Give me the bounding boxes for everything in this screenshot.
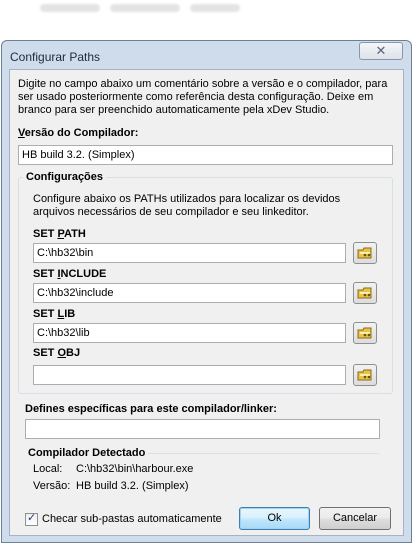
- configuracoes-description: Configure abaixo os PATHs utilizados par…: [33, 193, 341, 218]
- set-obj-label: SET OBJ: [33, 347, 80, 359]
- set-lib-label-prefix: SET: [33, 308, 58, 320]
- version-label: Versão do Compilador:: [18, 127, 138, 139]
- folder-browse-icon: [357, 369, 372, 381]
- subfolders-checkbox-label[interactable]: Checar sub-pastas automaticamente: [42, 513, 222, 525]
- configuracoes-title: Configurações: [23, 171, 107, 183]
- background-blur: [190, 4, 240, 12]
- configurar-paths-dialog: Configurar Paths ✕ Digite no campo abaix…: [1, 40, 412, 543]
- set-path-browse-button[interactable]: [353, 242, 377, 264]
- set-lib-input[interactable]: C:\hb32\lib: [33, 323, 346, 343]
- set-path-label: SET PATH: [33, 228, 86, 240]
- detected-version-value: HB build 3.2. (Simplex): [76, 480, 189, 492]
- intro-text: Digite no campo abaixo um comentário sob…: [18, 78, 388, 116]
- close-icon: ✕: [375, 43, 387, 58]
- set-include-input[interactable]: C:\hb32\include: [33, 283, 346, 303]
- detected-version-label: Versão:: [33, 480, 71, 492]
- compilador-detectado-title: Compilador Detectado: [25, 447, 149, 459]
- defines-input[interactable]: [25, 419, 380, 439]
- set-obj-label-accelerator: O: [57, 347, 67, 359]
- set-include-label: SET INCLUDE: [33, 268, 106, 280]
- close-button[interactable]: ✕: [359, 42, 403, 60]
- background-blur: [110, 4, 180, 12]
- set-include-label-prefix: SET: [33, 268, 58, 280]
- dialog-client-area: Digite no campo abaixo um comentário sob…: [9, 69, 404, 536]
- dialog-title: Configurar Paths: [10, 50, 101, 64]
- set-obj-label-prefix: SET: [33, 347, 58, 359]
- folder-browse-icon: [357, 247, 372, 259]
- set-lib-browse-button[interactable]: [353, 322, 377, 344]
- set-obj-browse-button[interactable]: [353, 364, 377, 386]
- set-path-label-rest: ATH: [63, 228, 86, 240]
- folder-browse-icon: [357, 287, 372, 299]
- set-path-input[interactable]: C:\hb32\bin: [33, 243, 346, 263]
- detected-local-label: Local:: [33, 463, 63, 475]
- set-obj-label-rest: BJ: [66, 347, 81, 359]
- set-lib-label-rest: IB: [64, 308, 76, 320]
- background-window: [0, 0, 414, 40]
- detected-local-value: C:\hb32\bin\harbour.exe: [76, 463, 194, 475]
- ok-button[interactable]: Ok: [239, 507, 310, 530]
- set-include-browse-button[interactable]: [353, 282, 377, 304]
- version-label-text: ersão do Compilador:: [24, 127, 139, 139]
- set-lib-label: SET LIB: [33, 308, 75, 320]
- defines-label: Defines específicas para este compilador…: [25, 403, 277, 415]
- version-label-accelerator: V: [18, 127, 25, 139]
- cancel-button[interactable]: Cancelar: [319, 507, 391, 530]
- folder-browse-icon: [357, 327, 372, 339]
- set-include-label-rest: NCLUDE: [60, 268, 107, 280]
- set-path-label-prefix: SET: [33, 228, 58, 240]
- subfolders-checkbox[interactable]: ✓: [25, 512, 38, 526]
- set-obj-input[interactable]: [33, 365, 346, 385]
- version-input[interactable]: HB build 3.2. (Simplex): [18, 145, 393, 165]
- title-bar[interactable]: Configurar Paths ✕: [2, 41, 411, 69]
- background-blur: [40, 4, 100, 12]
- checkmark-icon: ✓: [27, 512, 37, 524]
